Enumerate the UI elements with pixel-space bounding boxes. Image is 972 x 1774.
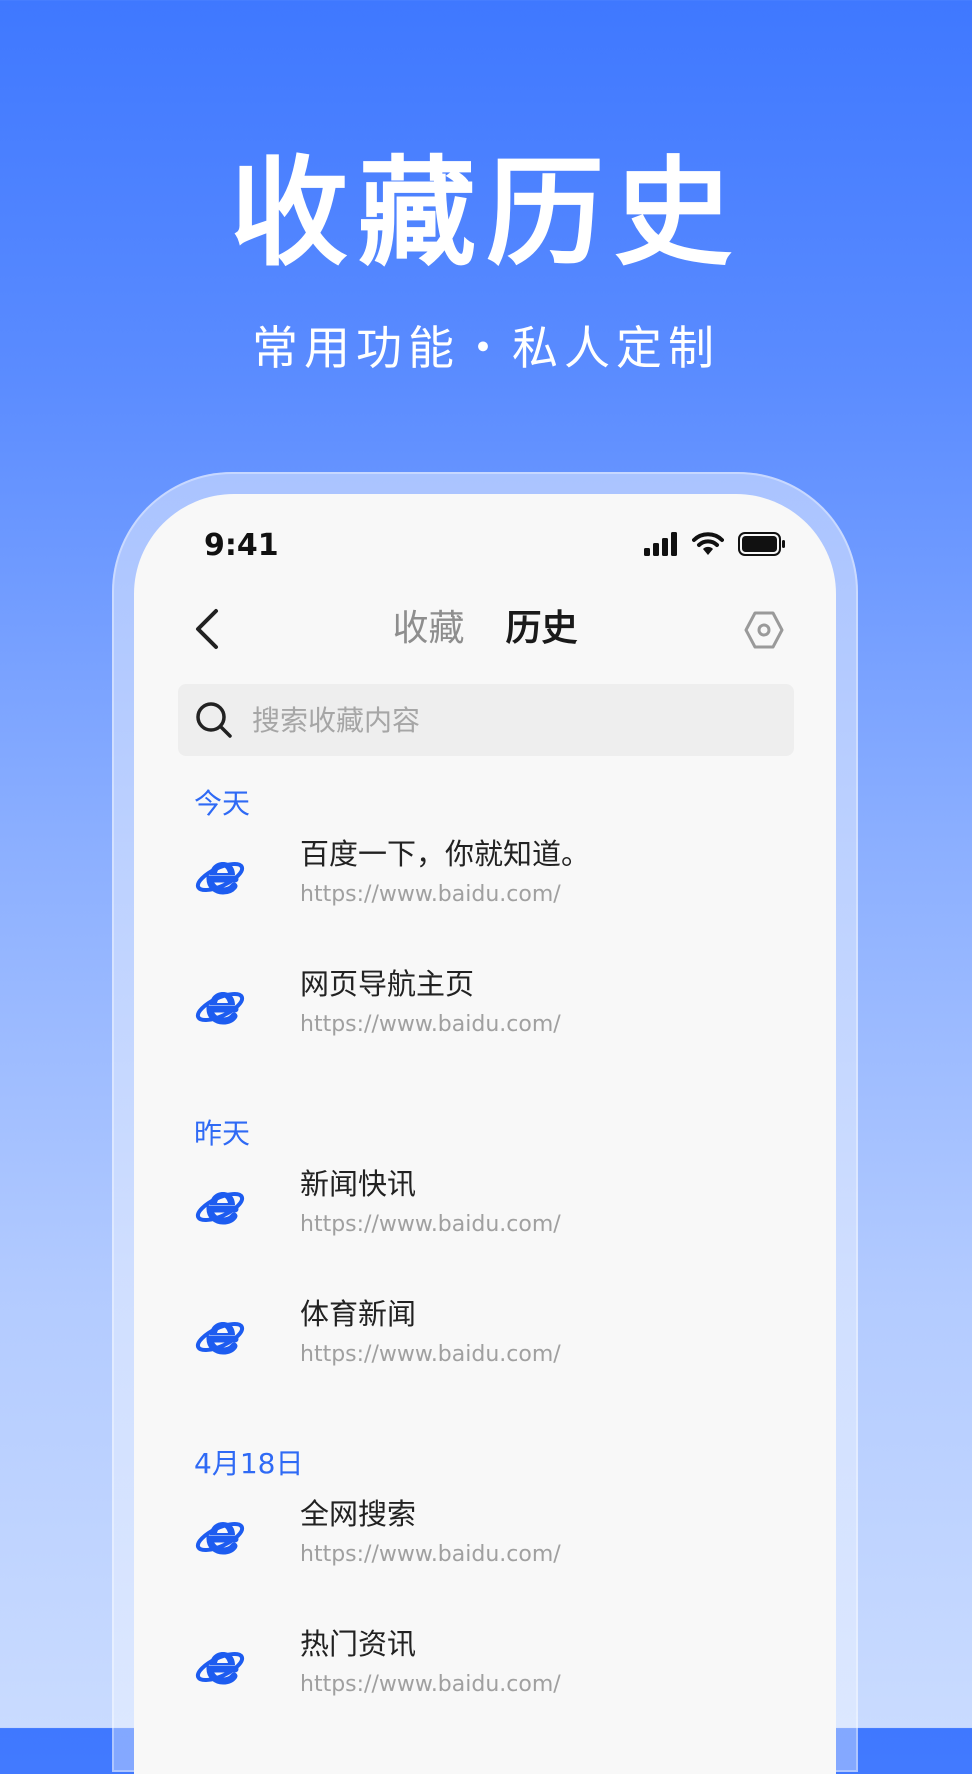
item-url: https://www.baidu.com/ bbox=[300, 882, 561, 907]
item-title: 网页导航主页 bbox=[300, 967, 475, 1001]
tab-history[interactable]: 历史 bbox=[506, 594, 578, 664]
section-title-today: 今天 bbox=[194, 787, 251, 820]
item-title: 新闻快讯 bbox=[300, 1167, 417, 1201]
section-title-date: 4月18日 bbox=[194, 1447, 304, 1480]
item-url: https://www.baidu.com/ bbox=[300, 1342, 561, 1367]
browser-e-icon bbox=[195, 1521, 245, 1555]
item-title: 热门资讯 bbox=[300, 1627, 417, 1661]
search-box[interactable] bbox=[178, 684, 794, 756]
browser-e-icon bbox=[195, 861, 245, 895]
list-item[interactable]: 全网搜索 https://www.baidu.com/ bbox=[194, 1484, 836, 1614]
phone-screen: 9:41 收藏 历史 搜索收藏内容 今天 百度一下，你就知道。 https://… bbox=[134, 494, 836, 1774]
list-item[interactable]: 体育新闻 https://www.baidu.com/ bbox=[194, 1284, 836, 1414]
search-icon bbox=[192, 698, 236, 742]
section-title-yesterday: 昨天 bbox=[194, 1117, 251, 1150]
item-title: 体育新闻 bbox=[300, 1297, 417, 1331]
search-input[interactable] bbox=[250, 702, 774, 738]
hero-title: 收藏历史 bbox=[229, 144, 742, 282]
history-list: 今天 百度一下，你就知道。 https://www.baidu.com/ 网页导… bbox=[134, 784, 836, 1744]
browser-e-icon bbox=[195, 1191, 245, 1225]
signal-icon bbox=[644, 532, 678, 560]
status-bar: 9:41 bbox=[134, 524, 836, 568]
settings-button[interactable] bbox=[740, 606, 788, 654]
item-title: 百度一下，你就知道。 bbox=[300, 837, 591, 871]
item-title: 全网搜索 bbox=[300, 1497, 417, 1531]
status-icons bbox=[644, 532, 786, 560]
hero-subtitle: 常用功能・私人定制 bbox=[252, 321, 720, 375]
list-item[interactable]: 网页导航主页 https://www.baidu.com/ bbox=[194, 954, 836, 1084]
list-item[interactable]: 热门资讯 https://www.baidu.com/ bbox=[194, 1614, 836, 1744]
back-button[interactable] bbox=[182, 604, 232, 654]
item-url: https://www.baidu.com/ bbox=[300, 1212, 561, 1237]
item-url: https://www.baidu.com/ bbox=[300, 1542, 561, 1567]
tab-favorites[interactable]: 收藏 bbox=[392, 594, 464, 664]
nav-bar: 收藏 历史 bbox=[134, 594, 836, 664]
browser-e-icon bbox=[195, 991, 245, 1025]
battery-icon bbox=[738, 532, 786, 560]
browser-e-icon bbox=[195, 1651, 245, 1685]
browser-e-icon bbox=[195, 1321, 245, 1355]
tab-bar: 收藏 历史 bbox=[134, 594, 836, 670]
status-time: 9:41 bbox=[204, 528, 279, 563]
chevron-left-icon bbox=[196, 609, 218, 649]
wifi-icon bbox=[692, 532, 724, 560]
item-url: https://www.baidu.com/ bbox=[300, 1012, 561, 1037]
gear-icon bbox=[744, 611, 784, 649]
list-item[interactable]: 新闻快讯 https://www.baidu.com/ bbox=[194, 1154, 836, 1284]
list-item[interactable]: 百度一下，你就知道。 https://www.baidu.com/ bbox=[194, 824, 836, 954]
item-url: https://www.baidu.com/ bbox=[300, 1672, 561, 1697]
